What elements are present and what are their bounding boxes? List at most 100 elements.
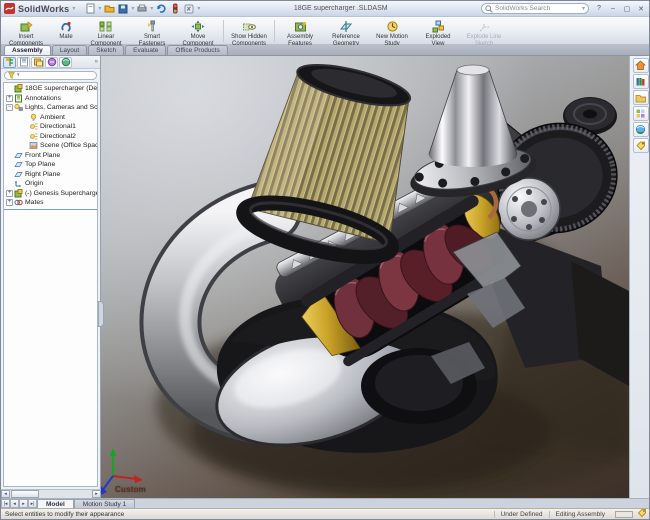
tab-assembly[interactable]: Assembly <box>4 45 51 55</box>
tree-item-ambient[interactable]: Ambient <box>4 113 97 123</box>
tree-item-genesis-supercharger[interactable]: + (-) Genesis Supercharger Final <box>4 189 97 199</box>
smart-fasteners-button[interactable]: Smart Fasteners <box>129 18 175 44</box>
viewport-3d-canvas[interactable] <box>101 56 629 498</box>
new-motion-study-button[interactable]: New Motion Study <box>369 18 415 44</box>
appearances-scenes-button[interactable] <box>633 122 649 137</box>
insert-components-button[interactable]: Insert Components ▾ <box>3 18 49 44</box>
scrollbar-thumb[interactable] <box>11 490 39 498</box>
explode-line-sketch-icon <box>478 20 491 33</box>
window-controls: ? – ▢ ✕ <box>594 4 646 14</box>
collapse-toggle[interactable]: − <box>6 104 13 111</box>
toolbar-separator <box>223 20 224 42</box>
move-component-button[interactable]: Move Component ▾ <box>175 18 221 44</box>
mate-button[interactable]: Mate <box>49 18 83 44</box>
tab-office-products[interactable]: Office Products <box>167 45 227 55</box>
tab-next-button[interactable]: ▸ <box>19 499 28 508</box>
exploded-view-icon <box>431 20 445 33</box>
reference-geometry-button[interactable]: Reference Geometry ▾ <box>323 18 369 44</box>
expand-toggle[interactable]: + <box>6 95 13 102</box>
tree-item-right-plane[interactable]: Right Plane <box>4 170 97 180</box>
annotations-icon <box>14 94 23 103</box>
menu-caret-icon[interactable]: ▾ <box>72 5 75 12</box>
linear-component-pattern-button[interactable]: Linear Component ▾ <box>83 18 129 44</box>
feature-tree: 18GE supercharger (Default<Displa + Anno… <box>3 82 98 487</box>
tree-item-directional2[interactable]: Directional2 <box>4 132 97 142</box>
quick-access-toolbar: ▾ ▾ ▾ ▾ <box>84 3 200 15</box>
save-button[interactable] <box>117 3 129 15</box>
restore-button[interactable]: ▢ <box>622 4 632 14</box>
design-library-button[interactable] <box>633 74 649 89</box>
print-button[interactable] <box>136 3 148 15</box>
show-hidden-components-icon <box>242 20 256 33</box>
display-manager-tab[interactable] <box>59 57 72 68</box>
pulley-hub <box>498 178 560 240</box>
custom-properties-button[interactable] <box>633 138 649 153</box>
scene-icon <box>29 141 38 150</box>
feature-manager-panel: » ▾ 18GE supercharger (Default<Displa + … <box>1 56 101 489</box>
tab-evaluate[interactable]: Evaluate <box>125 45 166 55</box>
close-button[interactable]: ✕ <box>636 4 646 14</box>
configuration-manager-tab[interactable] <box>31 57 44 68</box>
assembly-icon <box>14 84 23 93</box>
model-tab[interactable]: Model <box>37 499 74 508</box>
tab-prev-button[interactable]: ◂ <box>10 499 19 508</box>
tab-layout[interactable]: Layout <box>52 45 88 55</box>
graphics-viewport[interactable]: Custom <box>101 56 629 498</box>
rebuild-button[interactable] <box>169 3 181 15</box>
scroll-right-button[interactable]: ▸ <box>92 490 101 498</box>
definition-state: Under Defined <box>494 511 549 518</box>
solidworks-search-input[interactable]: SolidWorks Search ▾ <box>481 3 589 14</box>
search-options-caret-icon[interactable]: ▾ <box>582 5 585 12</box>
filter-funnel-icon <box>8 72 15 79</box>
tree-item-lights-cameras-scene[interactable]: − Lights, Cameras and Scene <box>4 103 97 113</box>
dropdown-caret-icon: ▾ <box>131 5 134 12</box>
tree-filter-input[interactable]: ▾ <box>4 71 97 80</box>
document-title: 18GE supercharger .SLDASM <box>203 5 478 12</box>
property-manager-tab[interactable] <box>17 57 30 68</box>
dropdown-caret-icon: ▾ <box>150 5 153 12</box>
insert-components-icon <box>19 20 33 33</box>
tree-item-front-plane[interactable]: Front Plane <box>4 151 97 161</box>
tree-divider <box>4 209 97 210</box>
file-explorer-button[interactable] <box>633 90 649 105</box>
tree-item-root-assembly[interactable]: 18GE supercharger (Default<Displa <box>4 84 97 94</box>
tree-item-origin[interactable]: Origin <box>4 179 97 189</box>
exploded-view-button[interactable]: Exploded View <box>415 18 461 44</box>
minimize-button[interactable]: – <box>608 4 618 14</box>
open-button[interactable] <box>103 3 115 15</box>
tree-item-annotations[interactable]: + Annotations <box>4 94 97 104</box>
show-hidden-components-button[interactable]: Show Hidden Components <box>226 18 272 44</box>
tree-item-scene-office-space[interactable]: Scene (Office Space) <box>4 141 97 151</box>
plane-icon <box>14 160 23 169</box>
expand-toggle[interactable]: + <box>6 199 13 206</box>
solidworks-resources-button[interactable] <box>633 58 649 73</box>
tree-item-directional1[interactable]: Directional1 <box>4 122 97 132</box>
toolbar-separator <box>274 20 275 42</box>
new-document-button[interactable] <box>84 3 96 15</box>
motion-study-tab[interactable]: Motion Study 1 <box>74 499 135 508</box>
dimxpert-manager-tab[interactable] <box>45 57 58 68</box>
plane-icon <box>14 170 23 179</box>
view-palette-button[interactable] <box>633 106 649 121</box>
plane-icon <box>14 151 23 160</box>
tree-item-top-plane[interactable]: Top Plane <box>4 160 97 170</box>
mates-icon <box>14 198 23 207</box>
directional-light-icon <box>29 132 38 141</box>
options-button[interactable] <box>183 3 195 15</box>
tab-last-button[interactable]: ▸| <box>28 499 37 508</box>
feature-manager-tree-tab[interactable] <box>3 57 16 68</box>
ribbon-tab-row: Assembly Layout Sketch Evaluate Office P… <box>1 45 650 56</box>
tree-item-mates[interactable]: + Mates <box>4 198 97 208</box>
expand-toggle[interactable]: + <box>6 190 13 197</box>
document-tabs-row: |◂ ◂ ▸ ▸| Model Motion Study 1 <box>1 498 650 508</box>
help-button[interactable]: ? <box>594 4 604 14</box>
tab-sketch[interactable]: Sketch <box>88 45 124 55</box>
scroll-left-button[interactable]: ◂ <box>1 490 10 498</box>
directional-light-icon <box>29 122 38 131</box>
title-bar: SolidWorks ▾ ▾ ▾ ▾ ▾ 18GE supercharger .… <box>1 1 650 17</box>
panel-splitter-handle[interactable] <box>98 301 104 327</box>
undo-button[interactable] <box>155 3 167 15</box>
tab-first-button[interactable]: |◂ <box>1 499 10 508</box>
assembly-features-button[interactable]: Assembly Features ▾ <box>277 18 323 44</box>
panel-overflow-chevron[interactable]: » <box>95 59 98 65</box>
